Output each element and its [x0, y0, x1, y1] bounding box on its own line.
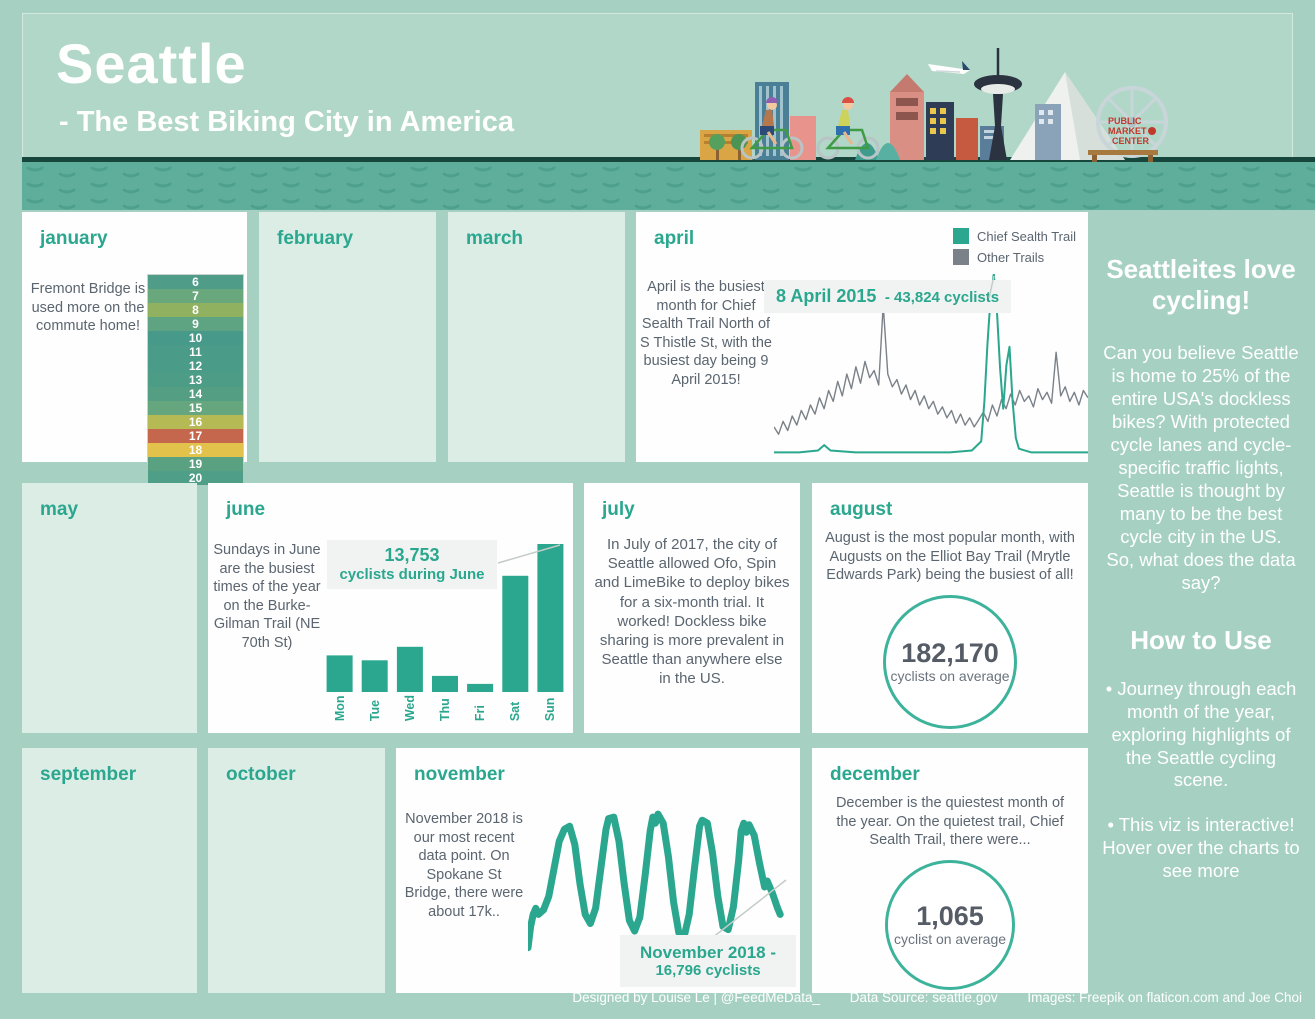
legend-item-chief-sealth: Chief Sealth Trail [953, 228, 1076, 244]
december-stat-circle: 1,065 cyclist on average [885, 859, 1015, 990]
sidebar-bullet-2: • This viz is interactive! Hover over th… [1102, 814, 1300, 882]
sidebar: Seattleites love cycling! Can you believ… [1100, 212, 1302, 883]
footer-images-credit: Images: Freepik on flaticon.com and Joe … [1027, 990, 1302, 1005]
month-title-november: november [414, 764, 505, 785]
heatmap-cell-hour-11[interactable]: 11 [148, 345, 243, 359]
bar-label-sun: Sun [543, 697, 558, 722]
card-august: august August is the most popular month,… [812, 483, 1088, 733]
plane-icon [928, 61, 970, 74]
water-waves-pattern [22, 164, 1315, 212]
card-april: april Chief Sealth Trail Other Trails Ap… [636, 212, 1088, 462]
august-text: August is the most popular month, with A… [825, 530, 1075, 584]
month-title-may: may [40, 499, 79, 520]
month-title-march: march [466, 228, 524, 249]
sidebar-bullet-1: • Journey through each month of the year… [1105, 677, 1297, 791]
heatmap-cell-hour-16[interactable]: 16 [148, 415, 243, 429]
bar-label-thu: Thu [437, 698, 452, 722]
card-march: march [448, 212, 625, 462]
june-callout: 13,753 cyclists during June [327, 540, 497, 589]
june-text: Sundays in June are the busiest times of… [213, 542, 321, 651]
bar-fri[interactable] [467, 683, 494, 692]
heatmap-cell-hour-18[interactable]: 18 [148, 443, 243, 457]
card-december: december December is the quiestest month… [812, 748, 1088, 993]
card-february: february [259, 212, 436, 462]
legend-swatch-teal [953, 228, 969, 244]
card-october: october [208, 748, 385, 993]
card-november: november November 2018 is our most recen… [396, 748, 800, 993]
december-stat-label: cyclist on average [893, 930, 1007, 947]
bar-label-tue: Tue [367, 699, 382, 722]
bar-label-mon: Mon [332, 695, 347, 722]
november-text: November 2018 is our most recent data po… [404, 811, 524, 920]
sidebar-heading-1: Seattleites love cycling! [1106, 254, 1296, 316]
card-january: january Fremont Bridge is used more on t… [22, 212, 247, 485]
bar-label-wed: Wed [402, 695, 417, 722]
january-text: Fremont Bridge is used more on the commu… [30, 281, 146, 335]
april-callout: 8 April 2015 - 43,824 cyclists [764, 280, 1012, 313]
august-stat-value: 182,170 [901, 638, 999, 669]
december-stat-value: 1,065 [916, 901, 984, 932]
svg-text:MARKET: MARKET [1108, 126, 1147, 136]
heatmap-cell-hour-10[interactable]: 10 [148, 331, 243, 345]
month-title-april: april [654, 228, 695, 249]
july-text: In July of 2017, the city of Seattle all… [594, 536, 790, 688]
june-bar-labels: Mon Tue Wed Thu Fri Sat Sun [322, 695, 568, 721]
sidebar-paragraph: Can you believe Seattle is home to 25% o… [1103, 342, 1299, 547]
water-band [22, 157, 1315, 212]
bar-label-fri: Fri [473, 705, 488, 722]
heatmap-cell-hour-15[interactable]: 15 [148, 401, 243, 415]
month-title-august: august [830, 499, 893, 520]
bar-thu[interactable] [432, 675, 458, 692]
sidebar-paragraph-2: So, what does the data say? [1106, 548, 1296, 593]
month-title-june: june [226, 499, 266, 520]
card-july: july In July of 2017, the city of Seattl… [584, 483, 800, 733]
august-stat-circle: 182,170 cyclists on average [883, 594, 1017, 729]
footer-designer: Designed by Louise Le | @FeedMeData_ [572, 990, 820, 1005]
cyclist-2 [816, 97, 880, 160]
april-legend: Chief Sealth Trail Other Trails [953, 228, 1076, 270]
heatmap-cell-hour-8[interactable]: 8 [148, 303, 243, 317]
heatmap-cell-hour-6[interactable]: 6 [148, 275, 243, 289]
heatmap-cell-hour-9[interactable]: 9 [148, 317, 243, 331]
bar-mon[interactable] [326, 655, 353, 692]
hourly-heatmap[interactable]: 6 7 8 9 10 11 12 13 14 15 16 17 18 19 20 [147, 274, 244, 485]
footer-data-source: Data Source: seattle.gov [849, 990, 998, 1005]
bar-label-sat: Sat [508, 701, 523, 722]
bar-sun[interactable] [537, 544, 564, 692]
month-title-july: july [602, 499, 635, 520]
heatmap-cell-hour-19[interactable]: 19 [148, 457, 243, 471]
card-september: september [22, 748, 197, 993]
legend-swatch-gray [953, 249, 969, 265]
month-title-february: february [277, 228, 354, 249]
card-june: june Sundays in June are the busiest tim… [208, 483, 573, 733]
page-title: Seattle [56, 32, 247, 95]
month-title-september: september [40, 764, 137, 785]
footer-credits: Designed by Louise Le | @FeedMeData_ Dat… [22, 990, 1302, 1005]
legend-item-other-trails: Other Trails [953, 249, 1076, 265]
heatmap-cell-hour-17[interactable]: 17 [148, 429, 243, 443]
bar-tue[interactable] [361, 660, 388, 692]
bar-sat[interactable] [502, 575, 529, 692]
sidebar-heading-2: How to Use [1130, 624, 1272, 655]
month-title-october: october [226, 764, 296, 785]
svg-text:PUBLIC: PUBLIC [1108, 116, 1142, 126]
month-title-december: december [830, 764, 920, 785]
city-skyline-illustration: PUBLIC MARKET CENTER [700, 48, 1168, 162]
heatmap-cell-hour-12[interactable]: 12 [148, 359, 243, 373]
svg-text:CENTER: CENTER [1112, 136, 1150, 146]
dashboard: Seattle - The Best Biking City in Americ… [0, 0, 1315, 1019]
page-subtitle: - The Best Biking City in America [59, 106, 514, 138]
november-callout: November 2018 - 16,796 cyclists [620, 935, 796, 987]
heatmap-cell-hour-7[interactable]: 7 [148, 289, 243, 303]
heatmap-cell-hour-13[interactable]: 13 [148, 373, 243, 387]
month-title-january: january [40, 228, 108, 249]
april-text: April is the busiest month for Chief Sea… [640, 279, 772, 388]
bar-wed[interactable] [396, 646, 423, 692]
heatmap-cell-hour-14[interactable]: 14 [148, 387, 243, 401]
december-text: December is the quiestest month of the y… [835, 795, 1065, 849]
august-stat-label: cyclists on average [890, 667, 1010, 684]
card-may: may [22, 483, 197, 733]
